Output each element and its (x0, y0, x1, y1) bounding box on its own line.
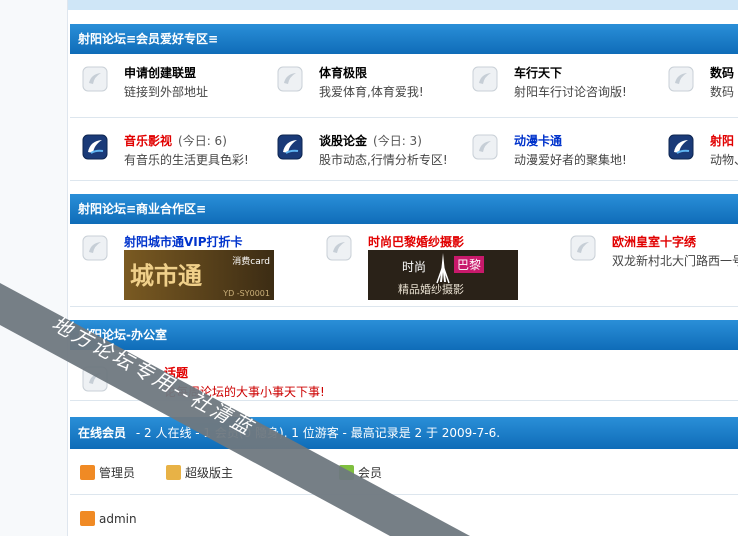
forum-old-icon (82, 66, 108, 92)
forum-desc: 链接到外部地址 (124, 85, 209, 99)
forum-title[interactable]: 谈股论金 (今日: 3) (319, 132, 422, 149)
top-spacer (68, 10, 738, 22)
online-user-list: admin (70, 503, 738, 536)
forum-title[interactable]: 欧洲皇室十字绣 (612, 233, 696, 250)
section-header-office[interactable]: 射阳论坛-办公室 (70, 320, 738, 350)
today-count: (今日: 6) (178, 134, 227, 148)
online-label[interactable]: 在线会员 (78, 426, 126, 440)
forum-old-icon (570, 235, 596, 261)
today-count: (今日: 3) (373, 134, 422, 148)
forum-title[interactable]: 音乐影视 (今日: 6) (124, 132, 227, 149)
online-user[interactable]: admin (80, 511, 137, 526)
forum-title[interactable]: 射阳城市通VIP打折卡 (124, 233, 243, 250)
forum-desc: 射阳车行讨论咨询版! (514, 85, 627, 99)
eiffel-tower-icon (436, 253, 450, 284)
banner-code-text: YD -SY0001 (223, 289, 270, 298)
forum-title[interactable]: 数码 (710, 64, 734, 81)
forum-desc: 数码 (710, 85, 735, 99)
row-divider (70, 494, 738, 495)
forum-desc: 我爱体育,体育爱我! (319, 85, 424, 99)
legend-member: 会员 (339, 464, 382, 481)
banner-top-right-text: 巴黎 (454, 256, 485, 273)
forum-title-text[interactable]: 音乐影视 (124, 134, 172, 148)
forum-title[interactable]: 话题 (164, 364, 188, 381)
legend-super-mod: 超级版主 (166, 464, 233, 481)
paris-wedding-banner[interactable]: 时尚 巴黎 精品婚纱摄影 (368, 250, 518, 300)
forum-old-icon (326, 235, 352, 261)
section-header-member[interactable]: 射阳论坛≡会员爱好专区≡ (70, 24, 738, 54)
forum-page: 射阳论坛≡会员爱好专区≡ 申请创建联盟 链接到外部地址 体育极限 我爱体育,体育… (0, 0, 738, 536)
online-members-bar: 在线会员 - 2 人在线 - 1 会员(0 隐身), 1 位游客 - 最高记录是… (70, 417, 738, 449)
forum-new-icon (277, 134, 303, 160)
row-divider (70, 117, 738, 118)
admin-user-icon (80, 465, 95, 480)
forum-old-icon (668, 66, 694, 92)
forum-title[interactable]: 车行天下 (514, 64, 562, 81)
legend-admin: 管理员 (80, 464, 135, 481)
admin-user-icon (80, 511, 95, 526)
forum-title[interactable]: 射阳 (710, 132, 734, 149)
forum-old-icon (472, 134, 498, 160)
row-divider (70, 306, 738, 307)
forum-old-icon (472, 66, 498, 92)
username[interactable]: admin (99, 512, 137, 526)
forum-title[interactable]: 申请创建联盟 (124, 64, 196, 81)
forum-desc: 双龙新村北大门路西一号 (612, 254, 738, 268)
forum-new-icon (668, 134, 694, 160)
forum-title[interactable]: 体育极限 (319, 64, 367, 81)
forum-title[interactable]: 动漫卡通 (514, 132, 562, 149)
forum-desc: 有音乐的生活更具色彩! (124, 153, 249, 167)
row-divider (70, 180, 738, 181)
member-user-icon (339, 465, 354, 480)
forum-desc: 动物、 (710, 153, 738, 167)
row-divider (70, 400, 738, 401)
legend-label: 超级版主 (185, 466, 234, 480)
super-mod-user-icon (166, 465, 181, 480)
forum-old-icon (82, 235, 108, 261)
banner-top-left-text: 时尚 (402, 260, 427, 274)
forum-old-icon (277, 66, 303, 92)
forum-desc: 股市动态,行情分析专区! (319, 153, 448, 167)
forum-desc: 动漫爱好者的聚集地! (514, 153, 627, 167)
city-card-banner[interactable]: 城市通 消费card YD -SY0001 (124, 250, 274, 300)
banner-bottom-text: 精品婚纱摄影 (398, 283, 464, 296)
banner-right-text: 消费card (232, 257, 270, 267)
legend-label: 管理员 (99, 466, 136, 480)
legend-label: 会员 (358, 466, 383, 480)
user-group-legend: 管理员 超级版主 会员 (70, 455, 738, 489)
forum-old-icon (82, 366, 108, 392)
forum-title-text[interactable]: 谈股论金 (319, 134, 367, 148)
top-strip (68, 0, 738, 10)
forum-desc: 论每周论坛的大事小事天下事! (164, 385, 325, 399)
online-stats: - 2 人在线 - 1 会员(0 隐身), 1 位游客 - 最高记录是 2 于 … (135, 426, 501, 440)
section-header-business[interactable]: 射阳论坛≡商业合作区≡ (70, 194, 738, 224)
forum-new-icon (82, 134, 108, 160)
banner-left-text: 城市通 (130, 261, 202, 290)
forum-title[interactable]: 时尚巴黎婚纱摄影 (368, 233, 464, 250)
left-gutter (0, 0, 68, 536)
